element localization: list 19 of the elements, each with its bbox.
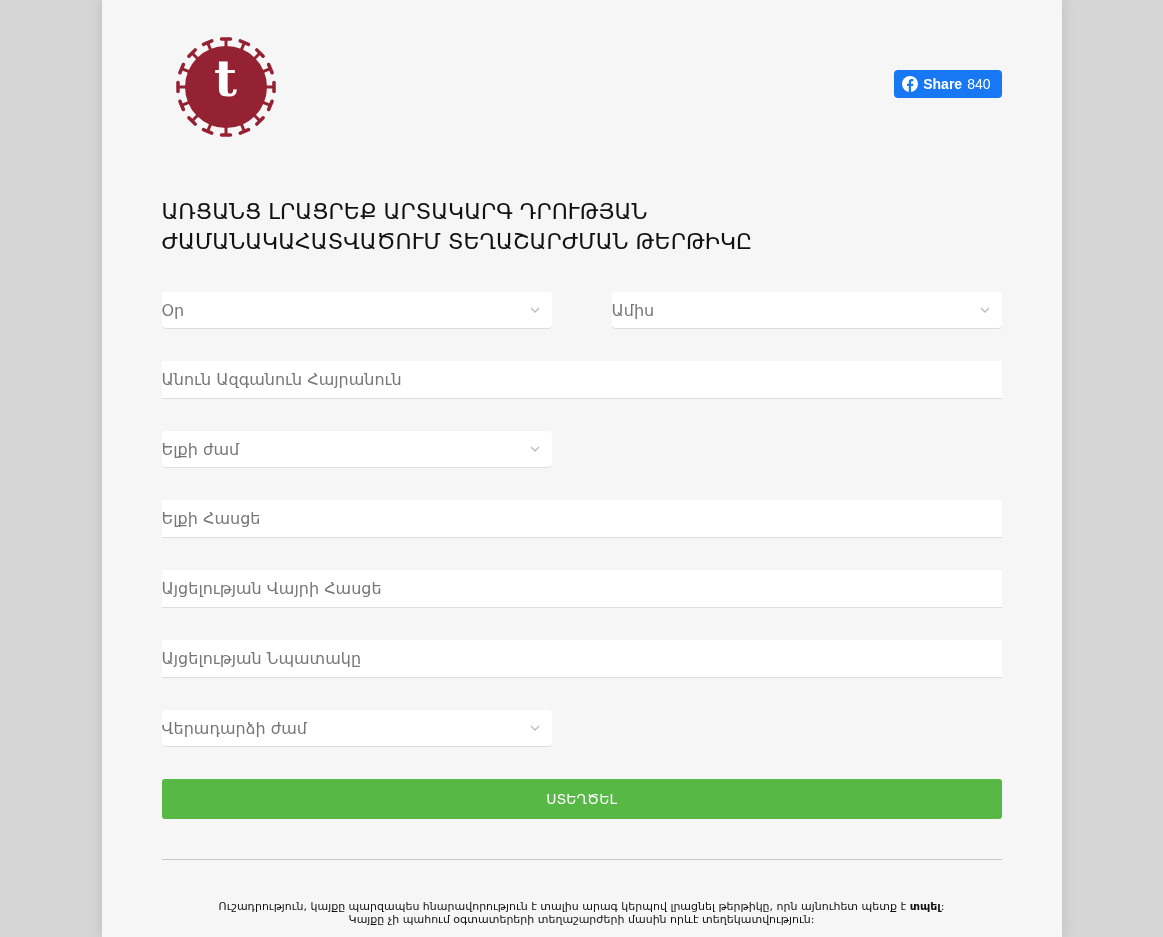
select-field[interactable]: Օր <box>161 292 552 329</box>
submit-button[interactable]: ՍՏԵՂԾԵԼ <box>161 779 1002 819</box>
chevron-down-icon <box>529 446 540 452</box>
chevron-down-icon <box>529 307 540 313</box>
select-field[interactable]: Ամիս <box>611 292 1002 329</box>
select-field[interactable]: Ելքի ժամ <box>161 431 552 468</box>
chevron-down-icon <box>979 307 990 313</box>
input-field[interactable]: Այցելության Վայրի Հասցե <box>161 570 1002 608</box>
chevron-down-icon <box>529 725 540 731</box>
share-button[interactable]: Share 840 <box>894 70 1002 98</box>
facebook-icon <box>902 76 919 92</box>
form-title: ԱՌՑԱՆՑ ԼՐԱՑՐԵՔ ԱՐՏԱԿԱՐԳ ԴՐՈՒԹՅԱՆ ԺԱՄԱՆԱԿԱՀԱՏՎԱԾՈՒՄ ՏԵՂԱՇԱՐԺՄԱՆ ԹԵՐԹԻԿԸ <box>161 198 754 256</box>
select-field[interactable]: Վերադարձի ժամ <box>161 710 552 747</box>
input-field[interactable]: Այցելության Նպատակը <box>161 640 1002 678</box>
notice-text: Ուշադրություն, կայքը պարզապես հնարավորություն է տալիս արագ կերպով լրացնել թերթիկը, որն այնուհետ պետք է տպել: <box>218 900 945 913</box>
input-field[interactable]: Ելքի Հասցե <box>161 500 1002 538</box>
logo: t <box>173 35 278 139</box>
notice-text: Կայքը չի պահում օգտատերերի տեղաշարժերի մասին որևէ տեղեկատվություն: <box>348 913 815 926</box>
input-field[interactable]: Անուն Ազգանուն Հայրանուն <box>161 361 1002 399</box>
